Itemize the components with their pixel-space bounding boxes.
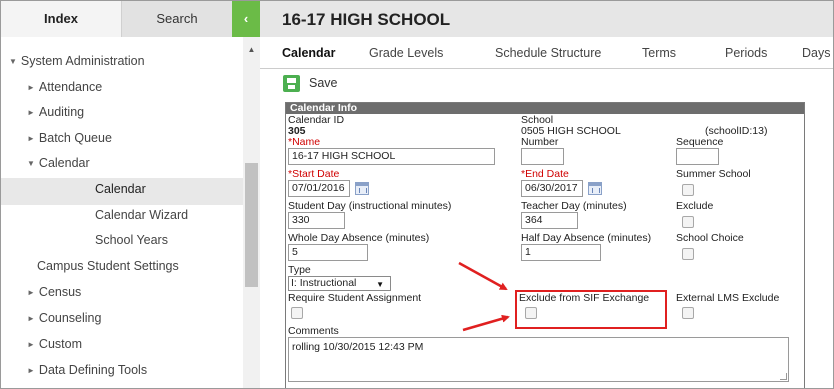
caret-right-icon: ► (27, 366, 35, 375)
sidebar-item-school-years[interactable]: School Years (95, 233, 168, 247)
caret-right-icon: ► (27, 108, 35, 117)
sidebar-item-label: Batch Queue (38, 131, 112, 145)
caret-right-icon: ► (27, 83, 35, 92)
caret-down-icon: ▼ (27, 159, 35, 168)
sidebar-item-label: Custom (38, 337, 82, 351)
scrollbar-thumb[interactable] (245, 163, 258, 287)
sidebar-item-label: Census (38, 285, 82, 299)
sidebar-scrollbar[interactable]: ▲ (243, 37, 260, 388)
sidebar-item-calendar-folder[interactable]: ▼ Calendar (27, 156, 90, 170)
annotation-arrow-top (458, 261, 508, 291)
sidebar-item-census[interactable]: ► Census (27, 285, 81, 299)
collapse-sidebar-icon[interactable]: ‹ (232, 1, 260, 37)
sidebar-item-label: Auditing (38, 105, 85, 119)
tab-index[interactable]: Index (1, 1, 122, 37)
sidebar-item-label: Attendance (38, 80, 103, 94)
sidebar-tabs: Index Search ‹ (1, 1, 260, 37)
sidebar-item-counseling[interactable]: ► Counseling (27, 311, 101, 325)
sidebar-item-label: Calendar (38, 156, 90, 170)
sidebar-item-label: School Years (95, 233, 168, 247)
annotation-arrow-bottom (462, 314, 510, 332)
caret-right-icon: ► (27, 134, 35, 143)
sidebar-item-custom[interactable]: ► Custom (27, 337, 82, 351)
sidebar-item-label: Calendar (95, 182, 146, 196)
sidebar-item-label: Counseling (38, 311, 102, 325)
sidebar-item-calendar[interactable]: Calendar (95, 182, 146, 196)
sidebar-item-data-defining-tools[interactable]: ► Data Defining Tools (27, 363, 147, 377)
navigation-tree: ▼ System Administration ► Attendance ► Audi… (1, 37, 243, 388)
sidebar-item-system-administration[interactable]: ▼ System Administration (9, 54, 145, 68)
caret-right-icon: ► (27, 340, 35, 349)
sidebar-item-label: Data Defining Tools (38, 363, 148, 377)
annotation-arrows (458, 261, 510, 332)
sidebar-item-label: Campus Student Settings (37, 259, 179, 273)
tab-search[interactable]: Search (122, 1, 232, 37)
sidebar: Index Search ‹ ▼ System Administration ► A… (1, 1, 260, 388)
caret-down-icon: ▼ (9, 57, 17, 66)
sidebar-item-auditing[interactable]: ► Auditing (27, 105, 84, 119)
sidebar-item-campus-student-settings[interactable]: Campus Student Settings (37, 259, 179, 273)
sidebar-item-label: Calendar Wizard (95, 208, 189, 222)
caret-right-icon: ► (27, 314, 35, 323)
app-window: Index Search ‹ ▼ System Administration ► A… (0, 0, 834, 389)
sidebar-item-batch-queue[interactable]: ► Batch Queue (27, 131, 112, 145)
sidebar-item-label: System Administration (20, 54, 145, 68)
caret-right-icon: ► (27, 288, 35, 297)
scroll-up-icon[interactable]: ▲ (243, 45, 260, 54)
sidebar-item-attendance[interactable]: ► Attendance (27, 80, 102, 94)
main-content: 16-17 HIGH SCHOOL Calendar Grade Levels … (260, 1, 833, 388)
sidebar-item-calendar-wizard[interactable]: Calendar Wizard (95, 208, 188, 222)
